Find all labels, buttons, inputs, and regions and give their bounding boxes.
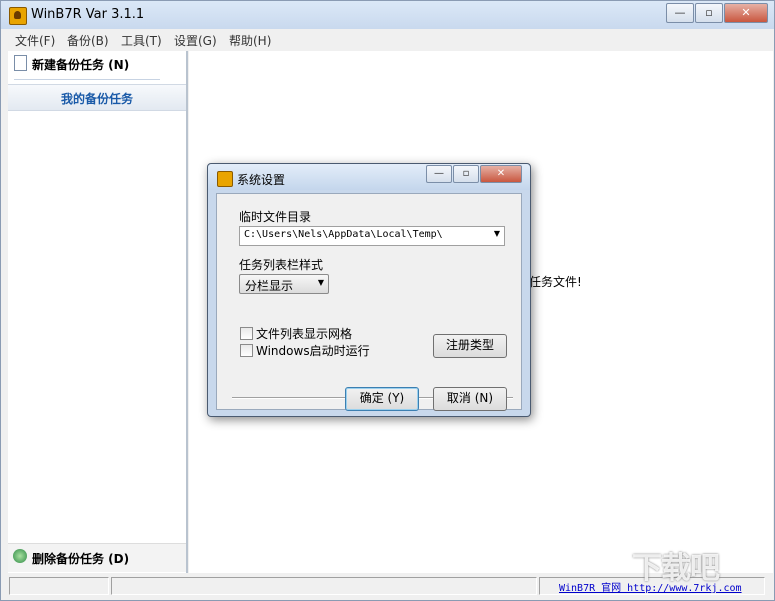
dialog-body: 临时文件目录 C:\Users\Nels\AppData\Local\Temp\…	[216, 193, 522, 411]
settings-dialog: 系统设置 — ▫ ✕ 临时文件目录 C:\Users\Nels\AppData\…	[207, 163, 531, 417]
select-arrow-icon: ▼	[317, 278, 324, 287]
startup-checkbox[interactable]	[240, 344, 253, 357]
empty-hint-text: 任务文件!	[529, 275, 582, 289]
menu-backup[interactable]: 备份(B)	[67, 32, 109, 49]
my-tasks-label: 我的备份任务	[60, 92, 133, 106]
watermark-logo: 下载吧	[632, 551, 720, 586]
dialog-title-bar[interactable]: 系统设置 — ▫ ✕	[208, 164, 530, 190]
dialog-minimize-button[interactable]: —	[426, 165, 452, 183]
temp-dir-combobox[interactable]: C:\Users\Nels\AppData\Local\Temp\ ▼	[239, 226, 505, 246]
sidebar: 新建备份任务 (N) 我的备份任务 删除备份任务 (D)	[8, 51, 188, 573]
cancel-button[interactable]: 取消 (N)	[433, 387, 507, 411]
dialog-close-button[interactable]: ✕	[480, 165, 522, 183]
maximize-button[interactable]: ▫	[695, 3, 723, 23]
delete-task-button[interactable]: 删除备份任务 (D)	[8, 543, 186, 572]
window-title: WinB7R Var 3.1.1	[31, 7, 145, 22]
grid-checkbox[interactable]	[240, 327, 253, 340]
menu-bar: 文件(F) 备份(B) 工具(T) 设置(G) 帮助(H)	[1, 29, 774, 49]
dialog-title: 系统设置	[237, 173, 286, 187]
minimize-button[interactable]: —	[666, 3, 694, 23]
dialog-maximize-button[interactable]: ▫	[453, 165, 479, 183]
menu-settings[interactable]: 设置(G)	[174, 32, 217, 49]
delete-task-label: 删除备份任务 (D)	[32, 552, 130, 566]
dialog-app-icon	[217, 171, 233, 187]
window-controls: — ▫ ✕	[665, 3, 768, 23]
list-style-value: 分栏显示	[245, 279, 294, 293]
close-button[interactable]: ✕	[724, 3, 768, 23]
dropdown-arrow-icon[interactable]: ▼	[494, 229, 500, 238]
sidebar-divider	[14, 79, 160, 80]
temp-dir-value: C:\Users\Nels\AppData\Local\Temp\	[244, 229, 443, 240]
menu-tools[interactable]: 工具(T)	[121, 32, 162, 49]
status-pane-2	[111, 577, 537, 595]
list-style-label: 任务列表栏样式	[239, 258, 324, 272]
menu-help[interactable]: 帮助(H)	[229, 32, 271, 49]
status-pane-1	[9, 577, 109, 595]
list-style-select[interactable]: 分栏显示 ▼	[239, 274, 329, 294]
register-types-button[interactable]: 注册类型	[433, 334, 507, 358]
temp-dir-label: 临时文件目录	[239, 210, 312, 224]
new-task-button[interactable]: 新建备份任务 (N)	[8, 51, 186, 81]
grid-checkbox-label[interactable]: 文件列表显示网格	[256, 325, 352, 342]
ok-button[interactable]: 确定 (Y)	[345, 387, 419, 411]
app-icon	[9, 7, 27, 25]
dialog-window-controls: — ▫ ✕	[425, 165, 522, 183]
new-document-icon	[14, 55, 27, 71]
sidebar-item-my-tasks[interactable]: 我的备份任务	[8, 84, 186, 111]
menu-file[interactable]: 文件(F)	[15, 32, 55, 49]
title-bar[interactable]: WinB7R Var 3.1.1 — ▫ ✕	[1, 1, 774, 29]
delete-icon	[13, 549, 27, 563]
new-task-label: 新建备份任务 (N)	[32, 58, 130, 72]
startup-checkbox-label[interactable]: Windows启动时运行	[256, 342, 370, 359]
